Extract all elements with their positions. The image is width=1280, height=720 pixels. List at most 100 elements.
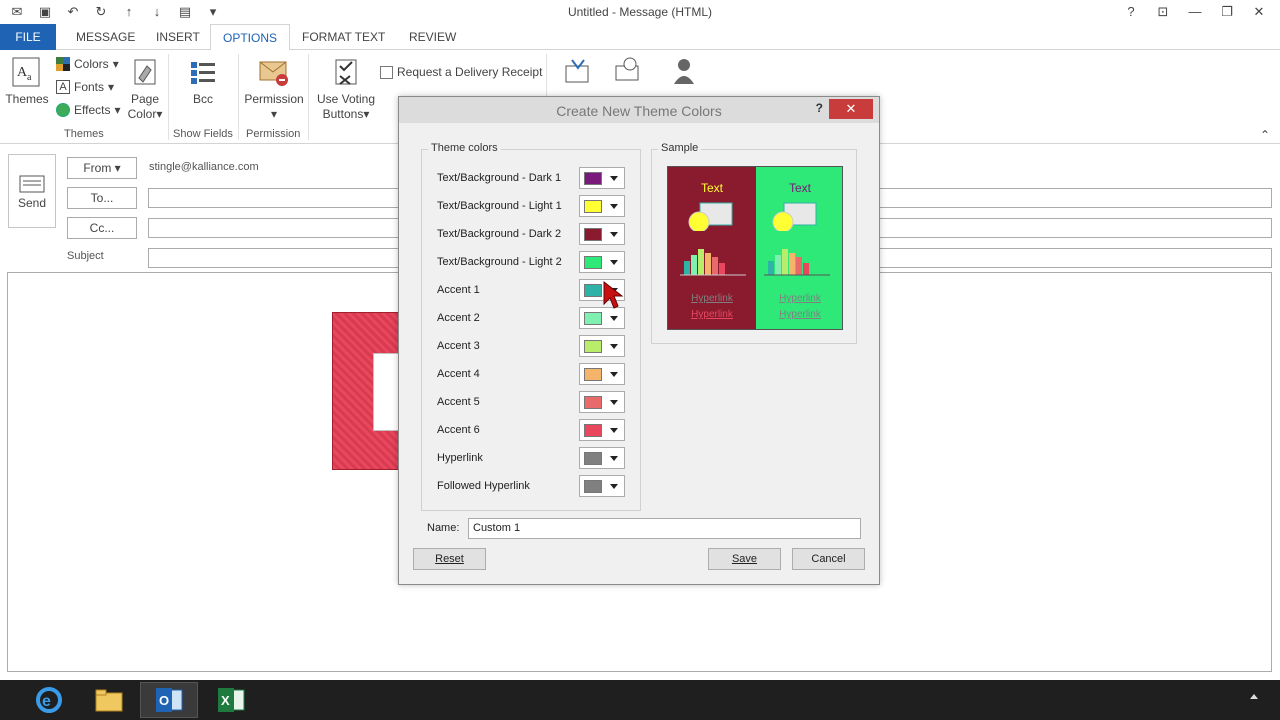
- name-input[interactable]: Custom 1: [468, 518, 861, 539]
- theme-color-row: Text/Background - Dark 1: [437, 167, 625, 189]
- save-sent-item-icon[interactable]: [562, 56, 594, 88]
- delivery-receipt-checkbox[interactable]: Request a Delivery Receipt: [380, 62, 542, 82]
- close-window-icon[interactable]: ✕: [1246, 2, 1272, 22]
- file-explorer-icon[interactable]: [80, 682, 138, 718]
- theme-color-row: Accent 4: [437, 363, 625, 385]
- theme-color-label: Accent 3: [437, 340, 480, 352]
- sample-shapes-icon: [772, 202, 817, 231]
- restore-icon[interactable]: ❐: [1214, 2, 1240, 22]
- bcc-icon: [191, 62, 215, 84]
- save-button[interactable]: Save: [708, 548, 781, 570]
- direct-replies-icon[interactable]: [668, 56, 700, 88]
- page-color-button[interactable]: Page Color▾: [122, 56, 168, 122]
- group-separator: [238, 54, 239, 140]
- svg-text:a: a: [27, 72, 32, 83]
- voting-icon: [335, 59, 357, 85]
- tab-insert[interactable]: INSERT: [144, 24, 212, 50]
- close-icon[interactable]: ✕: [829, 99, 873, 119]
- colors-button[interactable]: Colors ▾: [56, 54, 119, 74]
- help-icon[interactable]: ?: [1118, 2, 1144, 22]
- color-picker-button[interactable]: [579, 251, 625, 273]
- color-picker-button[interactable]: [579, 391, 625, 413]
- sample-shapes-icon: [688, 202, 733, 231]
- reset-button[interactable]: Reset: [413, 548, 486, 570]
- send-button[interactable]: Send: [8, 154, 56, 228]
- tray-expand-icon[interactable]: [1250, 694, 1258, 699]
- dropdown-arrow-icon: [610, 175, 618, 181]
- permission-icon: [259, 61, 288, 86]
- themes-button[interactable]: Aa Themes: [4, 56, 50, 107]
- sample-chart-icon: [680, 249, 746, 276]
- color-swatch: [584, 479, 602, 493]
- theme-color-label: Text/Background - Light 2: [437, 256, 562, 268]
- color-swatch: [584, 171, 602, 185]
- sample-preview: Text Hyperlink Hyperlink Text Hyperlink …: [667, 166, 843, 330]
- dialog-titlebar[interactable]: Create New Theme Colors ? ✕: [399, 97, 879, 123]
- color-picker-button[interactable]: [579, 447, 625, 469]
- tab-message[interactable]: MESSAGE: [64, 24, 147, 50]
- color-picker-button[interactable]: [579, 195, 625, 217]
- tab-format-text[interactable]: FORMAT TEXT: [290, 24, 397, 50]
- theme-color-label: Accent 4: [437, 368, 480, 380]
- minimize-icon[interactable]: —: [1182, 2, 1208, 22]
- theme-color-row: Hyperlink: [437, 447, 625, 469]
- excel-icon[interactable]: X: [202, 682, 260, 718]
- dropdown-arrow-icon: ▾: [363, 107, 370, 121]
- theme-color-row: Accent 2: [437, 307, 625, 329]
- permission-button[interactable]: Permission ▾: [242, 56, 306, 122]
- page-color-icon: [134, 59, 156, 85]
- cc-button[interactable]: Cc...: [67, 217, 137, 239]
- taskbar: e O X: [0, 680, 1280, 720]
- color-picker-button[interactable]: [579, 167, 625, 189]
- dropdown-arrow-icon: ▾: [114, 161, 121, 175]
- svg-text:O: O: [159, 693, 169, 708]
- delay-delivery-icon[interactable]: [612, 56, 644, 88]
- tab-options[interactable]: OPTIONS: [210, 24, 291, 51]
- fonts-icon: A: [56, 80, 70, 94]
- color-picker-button[interactable]: [579, 335, 625, 357]
- ribbon-display-icon[interactable]: ⊡: [1150, 2, 1176, 22]
- dropdown-arrow-icon: [610, 427, 618, 433]
- theme-color-row: Accent 6: [437, 419, 625, 441]
- permission-group-label: Permission: [246, 128, 301, 140]
- sample-text-dark: Text: [700, 181, 723, 195]
- ribbon-tabs: FILE MESSAGE INSERT OPTIONS FORMAT TEXT …: [0, 24, 1280, 51]
- bcc-button[interactable]: Bcc: [180, 56, 226, 107]
- collapse-ribbon-icon[interactable]: ⌃: [1260, 128, 1270, 142]
- window-title: Untitled - Message (HTML): [567, 5, 713, 19]
- theme-color-label: Accent 6: [437, 424, 480, 436]
- dropdown-arrow-icon: [610, 203, 618, 209]
- color-picker-button[interactable]: [579, 363, 625, 385]
- sample-followed-light: Hyperlink: [779, 309, 821, 320]
- tab-file[interactable]: FILE: [0, 24, 56, 50]
- color-swatch: [584, 367, 602, 381]
- color-swatch: [584, 227, 602, 241]
- svg-text:X: X: [221, 693, 230, 708]
- color-picker-button[interactable]: [579, 223, 625, 245]
- effects-button[interactable]: Effects ▾: [56, 100, 121, 120]
- cancel-button[interactable]: Cancel: [792, 548, 865, 570]
- from-button[interactable]: From ▾: [67, 157, 137, 179]
- color-picker-button[interactable]: [579, 475, 625, 497]
- sample-hyperlink-light: Hyperlink: [779, 293, 821, 304]
- theme-color-row: Accent 3: [437, 335, 625, 357]
- fonts-button[interactable]: A Fonts ▾: [56, 77, 114, 97]
- dropdown-arrow-icon: [610, 371, 618, 377]
- theme-color-label: Text/Background - Dark 1: [437, 172, 562, 184]
- dropdown-arrow-icon: [610, 483, 618, 489]
- dropdown-arrow-icon: ▾: [114, 103, 121, 117]
- title-bar: ✉ ▣ ↶ ↻ ↑ ↓ ▤ ▾ Untitled - Message (HTML…: [0, 0, 1280, 24]
- to-button[interactable]: To...: [67, 187, 137, 209]
- tab-review[interactable]: REVIEW: [397, 24, 468, 50]
- voting-buttons-button[interactable]: Use Voting Buttons▾: [314, 56, 378, 122]
- sample-text-light: Text: [788, 181, 811, 195]
- help-icon[interactable]: ?: [816, 101, 823, 115]
- color-picker-button[interactable]: [579, 419, 625, 441]
- color-picker-button[interactable]: [579, 307, 625, 329]
- name-label: Name:: [427, 522, 460, 534]
- theme-color-label: Text/Background - Light 1: [437, 200, 562, 212]
- internet-explorer-icon[interactable]: e: [20, 682, 78, 718]
- inserted-shape[interactable]: [332, 312, 403, 470]
- outlook-icon[interactable]: O: [140, 682, 198, 718]
- theme-color-label: Followed Hyperlink: [437, 480, 530, 492]
